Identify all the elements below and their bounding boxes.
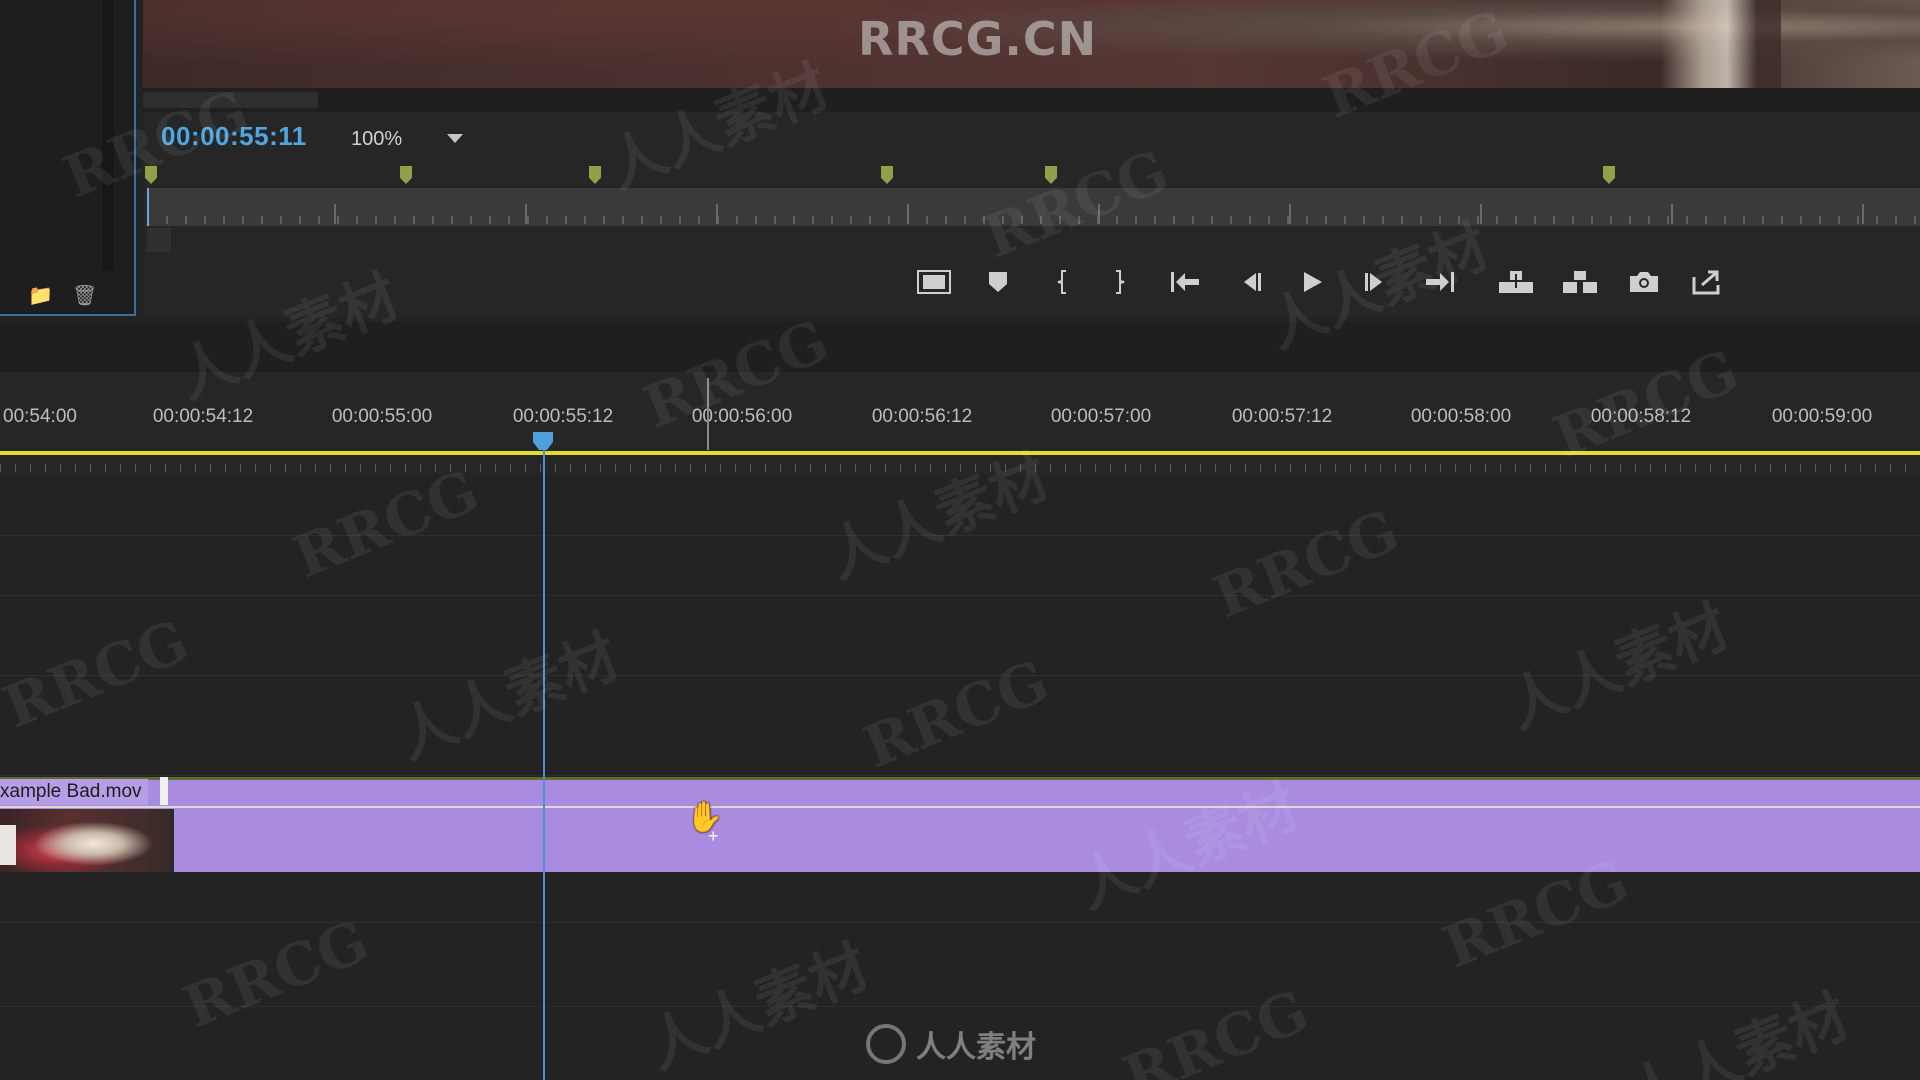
go-to-out-icon[interactable]: [1421, 264, 1459, 300]
zoom-level-select[interactable]: 100%: [351, 124, 471, 152]
watermark-logo-icon: [866, 1024, 906, 1064]
marker[interactable]: [1045, 166, 1057, 184]
add-marker-icon[interactable]: [979, 264, 1017, 300]
marker[interactable]: [400, 166, 412, 184]
ruler-timecode: 00:00:59:00: [1771, 406, 1873, 427]
monitor-scrollbar-thumb[interactable]: [143, 92, 318, 108]
playhead-timecode[interactable]: 00:00:55:11: [161, 121, 307, 152]
ruler-timecode: 00:54:00: [3, 406, 77, 427]
clip-divider: [0, 806, 1920, 808]
ruler-major-tick: [525, 204, 527, 224]
audio-track[interactable]: [0, 922, 1920, 1007]
clip-thumbnail-edge: [170, 809, 174, 872]
marker[interactable]: [145, 166, 157, 184]
watermark-bottom: 人人素材: [866, 1022, 1036, 1066]
clip-thumbnail: [0, 809, 170, 872]
ruler-timecode: 00:00:57:12: [1231, 406, 1333, 427]
ruler-major-tick: [1289, 204, 1291, 224]
step-forward-icon[interactable]: [1357, 264, 1395, 300]
audio-track[interactable]: [0, 872, 1920, 923]
ruler-major-tick: [1862, 204, 1864, 224]
timeline-header: [0, 322, 1920, 372]
play-icon[interactable]: [1293, 264, 1331, 300]
chevron-down-icon: [447, 134, 463, 143]
extract-icon[interactable]: [1561, 264, 1599, 300]
ruler-major-tick: [1098, 204, 1100, 224]
lift-icon[interactable]: [1497, 264, 1535, 300]
mark-out-icon[interactable]: [1101, 264, 1139, 300]
watermark-top: RRCG.CN: [858, 12, 1098, 66]
marker[interactable]: [881, 166, 893, 184]
step-back-icon[interactable]: [1231, 264, 1269, 300]
ruler-marker-line: [707, 378, 709, 450]
clip-top-edge: [0, 777, 1920, 780]
premiere-workspace: 📁 🗑 00:00:55:11 100% 00:54:00 00:00:54:1…: [0, 0, 1920, 1080]
clip-name-end: [160, 777, 168, 805]
ruler-major-tick: [716, 204, 718, 224]
go-to-in-icon[interactable]: [1166, 264, 1204, 300]
ruler-timecode: 00:00:55:12: [512, 406, 614, 427]
video-track[interactable]: [0, 675, 1920, 776]
ruler-timecode: 00:00:58:12: [1590, 406, 1692, 427]
playhead-line[interactable]: [543, 450, 545, 1080]
button-editor-icon[interactable]: [1688, 264, 1726, 300]
video-track[interactable]: [0, 535, 1920, 596]
ruler-major-tick: [907, 204, 909, 224]
ruler-major-tick: [1671, 204, 1673, 224]
video-clip[interactable]: xample Bad.mov: [0, 777, 1920, 872]
trash-icon[interactable]: 🗑: [72, 284, 97, 308]
ruler-timecode: 00:00:58:00: [1410, 406, 1512, 427]
monitor-time-ruler[interactable]: [147, 188, 1920, 226]
project-panel-scrollbar[interactable]: [102, 0, 114, 270]
monitor-marker-row: [143, 164, 1920, 188]
new-bin-folder-icon[interactable]: 📁: [28, 284, 53, 308]
ruler-major-tick: [1480, 204, 1482, 224]
export-frame-icon[interactable]: [1625, 264, 1663, 300]
video-track[interactable]: [0, 595, 1920, 676]
ruler-timecode: 00:00:57:00: [1050, 406, 1152, 427]
monitor-playhead[interactable]: [147, 188, 149, 226]
watermark-bottom-text: 人人素材: [916, 1030, 1036, 1065]
clip-name: xample Bad.mov: [0, 779, 148, 805]
monitor-zoom-handle[interactable]: [147, 228, 171, 252]
plus-icon: +: [708, 826, 719, 846]
marker[interactable]: [589, 166, 601, 184]
zoom-level-value: 100%: [351, 128, 403, 150]
ruler-timecode: 00:00:55:00: [331, 406, 433, 427]
video-track[interactable]: [0, 455, 1920, 536]
marker[interactable]: [1603, 166, 1615, 184]
ruler-timecode: 00:00:54:12: [152, 406, 254, 427]
ruler-major-tick: [334, 204, 336, 224]
safe-margins-icon[interactable]: [915, 264, 953, 300]
monitor-scrollbar[interactable]: [143, 88, 1920, 112]
project-panel: 📁 🗑: [0, 0, 136, 316]
ruler-timecode: 00:00:56:12: [871, 406, 973, 427]
mark-in-icon[interactable]: [1043, 264, 1081, 300]
